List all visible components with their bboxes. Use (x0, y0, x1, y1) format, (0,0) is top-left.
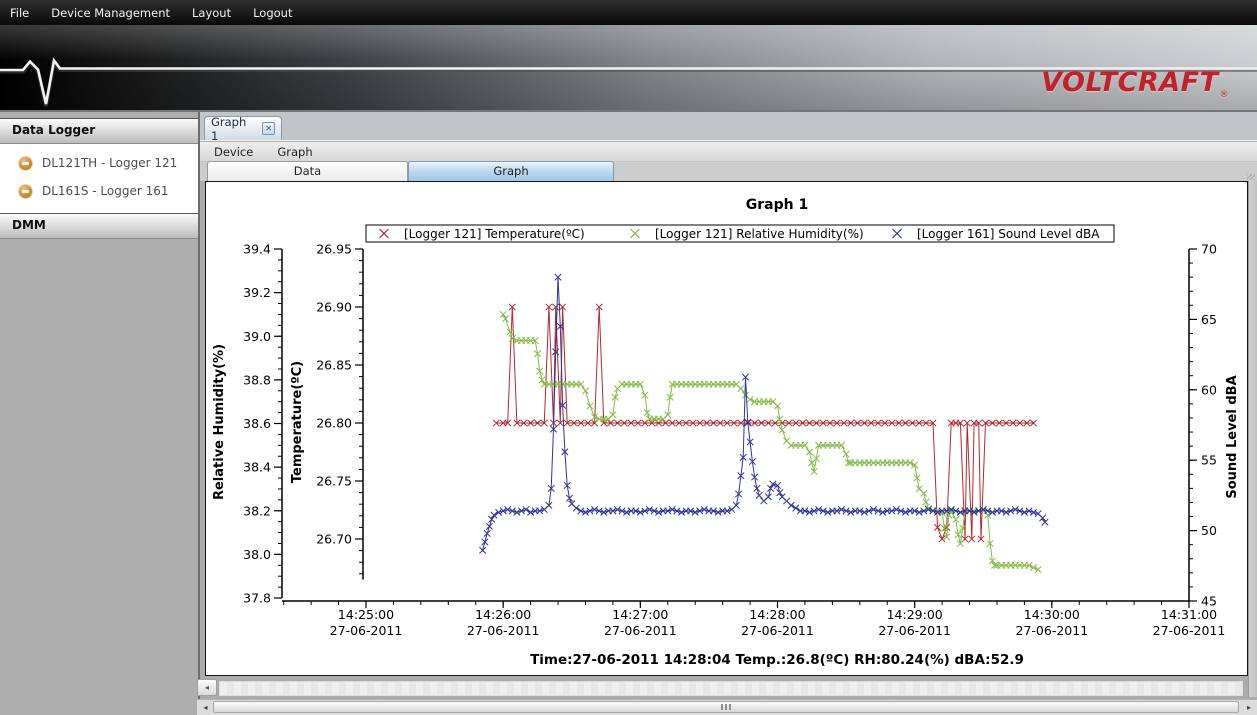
sidebar-section-dmm[interactable]: DMM (0, 213, 198, 239)
menu-item-device[interactable]: Device (202, 145, 265, 159)
time-tick-label: 14:26:00 (475, 607, 531, 622)
series-humidity-line (503, 314, 1038, 569)
tab-data-view[interactable]: Data (207, 161, 408, 181)
tab-graph-view[interactable]: Graph (408, 161, 614, 181)
registered-mark: ® (1220, 90, 1230, 100)
scroll-left-arrow-icon[interactable]: ◂ (199, 701, 212, 714)
graph-window-menu: Device Graph (200, 142, 1257, 162)
date-tick-label: 27-06-2011 (330, 623, 403, 638)
device-label: DL121TH - Logger 121 (42, 156, 177, 170)
window-horizontal-scrollbar: ◂ ▸ (197, 699, 1257, 715)
sidebar-section-data-logger[interactable]: Data Logger (0, 118, 198, 144)
sound-tick-label: 65 (1201, 312, 1217, 327)
time-tick-label: 14:25:00 (338, 607, 394, 622)
view-tab-bar: Data Graph (200, 162, 1257, 181)
chart-vertical-scrollbar[interactable] (1248, 181, 1257, 697)
chart-horizontal-scrollbar: ◂ (200, 678, 1246, 697)
close-icon[interactable]: ✕ (262, 122, 275, 135)
voltcraft-app-window: { "menu_bar": { "items": ["File", "Devic… (0, 0, 1257, 715)
sidebar-item-dl121th[interactable]: DL121TH - Logger 121 (0, 149, 198, 177)
humidity-tick-label: 37.8 (243, 591, 271, 606)
series-humidity-markers (500, 311, 1041, 573)
sound-tick-label: 70 (1201, 242, 1217, 257)
voltcraft-logo: VOLTCRAFT® (1041, 67, 1229, 100)
menu-item-layout[interactable]: Layout (181, 6, 242, 20)
resize-grip-icon (1247, 174, 1255, 180)
tab-graph-1[interactable]: Graph 1 ✕ (204, 116, 282, 140)
time-tick-label: 14:31:00 (1161, 607, 1217, 622)
temperature-tick-label: 26.90 (316, 300, 352, 315)
temperature-axis-title: Temperature(ºC) (290, 361, 305, 483)
date-tick-label: 27-06-2011 (1016, 623, 1089, 638)
sound-axis-title: Sound Level dBA (1225, 375, 1240, 498)
scroll-right-arrow-icon[interactable]: ▸ (1243, 701, 1255, 714)
time-tick-label: 14:30:00 (1024, 607, 1080, 622)
data-logger-device-list: DL121TH - Logger 121 DL161S - Logger 161 (0, 144, 198, 213)
device-sidebar: Data Logger DL121TH - Logger 121 DL161S … (0, 112, 200, 715)
chart-canvas: Graph 1 [Logger 121] Temperature(ºC) [Logg… (206, 182, 1247, 675)
date-tick-label: 27-06-2011 (878, 623, 951, 638)
humidity-tick-label: 38.8 (243, 372, 271, 387)
brand-banner: VOLTCRAFT® (0, 25, 1257, 112)
device-label: DL161S - Logger 161 (42, 184, 169, 198)
temperature-tick-label: 26.85 (316, 358, 352, 373)
chart-panel[interactable]: Graph 1 [Logger 121] Temperature(ºC) [Logg… (205, 181, 1248, 676)
sidebar-item-dl161s[interactable]: DL161S - Logger 161 (0, 177, 198, 205)
humidity-tick-label: 38.2 (243, 503, 271, 518)
humidity-tick-label: 38.0 (243, 547, 271, 562)
sound-tick-label: 50 (1201, 523, 1217, 538)
menu-item-graph[interactable]: Graph (265, 145, 324, 159)
scrollbar-grip-icon (721, 704, 731, 710)
tab-label: Graph 1 (211, 115, 255, 143)
legend-label: [Logger 161] Sound Level dBA (917, 227, 1100, 241)
menu-bar: File Device Management Layout Logout (0, 0, 1257, 25)
humidity-tick-label: 38.4 (243, 460, 271, 475)
menu-item-file[interactable]: File (0, 6, 40, 20)
humidity-tick-label: 38.6 (243, 416, 271, 431)
temperature-tick-label: 26.95 (316, 242, 352, 257)
scroll-left-arrow-icon[interactable]: ◂ (197, 679, 217, 696)
cursor-status-line: Time:27-06-2011 14:28:04 Temp.:26.8(ºC) … (530, 652, 1024, 668)
humidity-axis-title: Relative Humidity(%) (212, 344, 227, 500)
humidity-tick-label: 39.2 (243, 285, 271, 300)
series-temperature-line (496, 307, 1033, 539)
document-tab-bar: Graph 1 ✕ (200, 112, 1257, 141)
device-status-icon (18, 156, 33, 171)
temperature-tick-label: 26.70 (316, 532, 352, 547)
workspace: Graph 1 ✕ Device Graph Data Graph Graph … (200, 112, 1257, 715)
date-tick-label: 27-06-2011 (741, 623, 814, 638)
sound-tick-label: 60 (1201, 382, 1217, 397)
sound-tick-label: 55 (1201, 453, 1217, 468)
humidity-tick-label: 39.4 (243, 242, 271, 257)
date-tick-label: 27-06-2011 (467, 623, 540, 638)
menu-item-device-management[interactable]: Device Management (40, 6, 181, 20)
chart-title: Graph 1 (746, 197, 808, 213)
humidity-tick-label: 39.0 (243, 329, 271, 344)
temperature-tick-label: 26.75 (316, 474, 352, 489)
scrollbar-track[interactable] (219, 681, 1243, 696)
date-tick-label: 27-06-2011 (1153, 623, 1226, 638)
scrollbar-thumb[interactable] (213, 701, 1239, 713)
legend-label: [Logger 121] Relative Humidity(%) (655, 227, 864, 241)
device-status-icon (18, 184, 33, 199)
menu-item-logout[interactable]: Logout (242, 6, 303, 20)
time-tick-label: 14:27:00 (612, 607, 668, 622)
date-tick-label: 27-06-2011 (604, 623, 677, 638)
temperature-tick-label: 26.80 (316, 416, 352, 431)
time-tick-label: 14:28:00 (749, 607, 805, 622)
time-tick-label: 14:29:00 (887, 607, 943, 622)
legend-label: [Logger 121] Temperature(ºC) (404, 227, 585, 241)
